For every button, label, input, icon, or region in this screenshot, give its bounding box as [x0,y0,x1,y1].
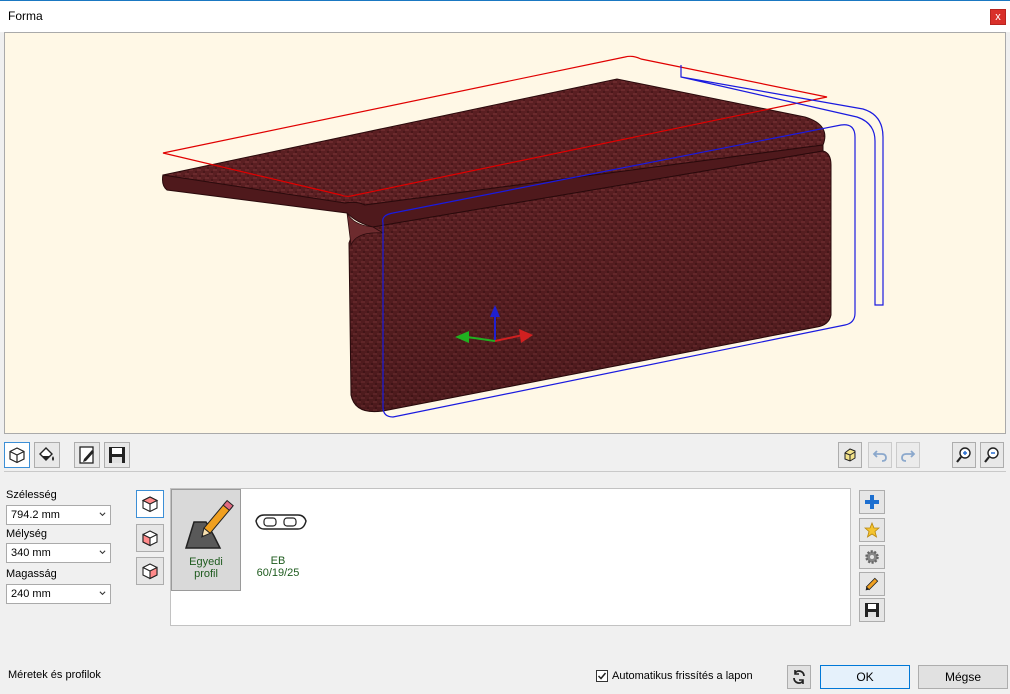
height-value: 240 mm [11,588,51,600]
paint-bucket-icon [39,447,54,461]
save-profile-button[interactable] [859,598,885,622]
width-select[interactable]: 794.2 mm [6,505,111,525]
profile-label-line2: profil [194,568,218,580]
height-label: Magasság [6,568,57,580]
ok-button[interactable]: OK [820,665,910,689]
refresh-button[interactable] [787,665,811,689]
favorite-button[interactable] [859,518,885,542]
profile-list: Egyedi profil EB 60/19/25 [170,488,851,626]
redo-button[interactable] [896,442,920,468]
save-icon [109,447,125,463]
add-profile-button[interactable] [859,490,885,514]
favorite-star-icon [864,522,880,538]
refresh-icon [793,670,805,684]
3d-viewport[interactable] [4,32,1006,434]
close-button[interactable]: x [990,9,1006,25]
profile-label-line2: 60/19/25 [256,567,300,579]
cancel-button[interactable]: Mégse [918,665,1008,689]
undo-button[interactable] [868,442,892,468]
cube-front-red-icon [142,563,158,580]
profile-item-custom[interactable]: Egyedi profil [171,489,241,591]
auto-refresh-option[interactable]: Automatikus frissítés a lapon [596,670,753,682]
settings-button[interactable] [859,545,885,569]
cube-side-red-icon [142,530,158,547]
edit-pencil-icon [865,577,879,591]
chevron-down-icon [99,591,106,596]
redo-icon [901,450,916,462]
material-button[interactable] [34,442,60,468]
zoom-in-icon [956,447,971,463]
cube-red-icon [141,496,159,513]
3d-model-render [162,55,884,418]
height-select[interactable]: 240 mm [6,584,111,604]
profile-item-eb[interactable]: EB 60/19/25 [243,489,313,591]
settings-gear-icon [865,550,879,564]
add-plus-icon [865,495,879,509]
edge-profile-icon [255,514,307,530]
cube-view-icon [844,448,856,462]
profile-label-line1: Egyedi [189,556,223,568]
toolbar-separator [4,471,1006,472]
profile-label-line1: EB [270,555,286,567]
depth-select[interactable]: 340 mm [6,543,111,563]
window-title: Forma [8,9,43,23]
depth-value: 340 mm [11,547,51,559]
check-icon [597,672,607,680]
zoom-out-icon [984,447,999,463]
chevron-down-icon [99,512,106,517]
auto-refresh-label: Automatikus frissítés a lapon [612,670,753,682]
edit-document-icon [79,446,94,464]
zoom-out-button[interactable] [980,442,1004,468]
edit-profile-button[interactable] [859,572,885,596]
cube-outline-icon [9,447,25,464]
auto-refresh-checkbox[interactable] [596,670,608,682]
edit-button[interactable] [74,442,100,468]
zoom-in-button[interactable] [952,442,976,468]
profile-side-button[interactable] [136,524,164,552]
profile-front-button[interactable] [136,557,164,585]
save-icon [865,603,879,617]
view-cube-button[interactable] [838,442,862,468]
width-value: 794.2 mm [11,509,60,521]
depth-label: Mélység [6,528,47,540]
title-bar: Forma x [0,0,1010,32]
profile-all-sides-button[interactable] [136,490,164,518]
3d-view-button[interactable] [4,442,30,468]
undo-icon [872,450,887,462]
save-button[interactable] [104,442,130,468]
chevron-down-icon [99,550,106,555]
status-text: Méretek és profilok [8,669,101,681]
width-label: Szélesség [6,489,57,501]
custom-profile-pencil-icon [184,499,234,549]
